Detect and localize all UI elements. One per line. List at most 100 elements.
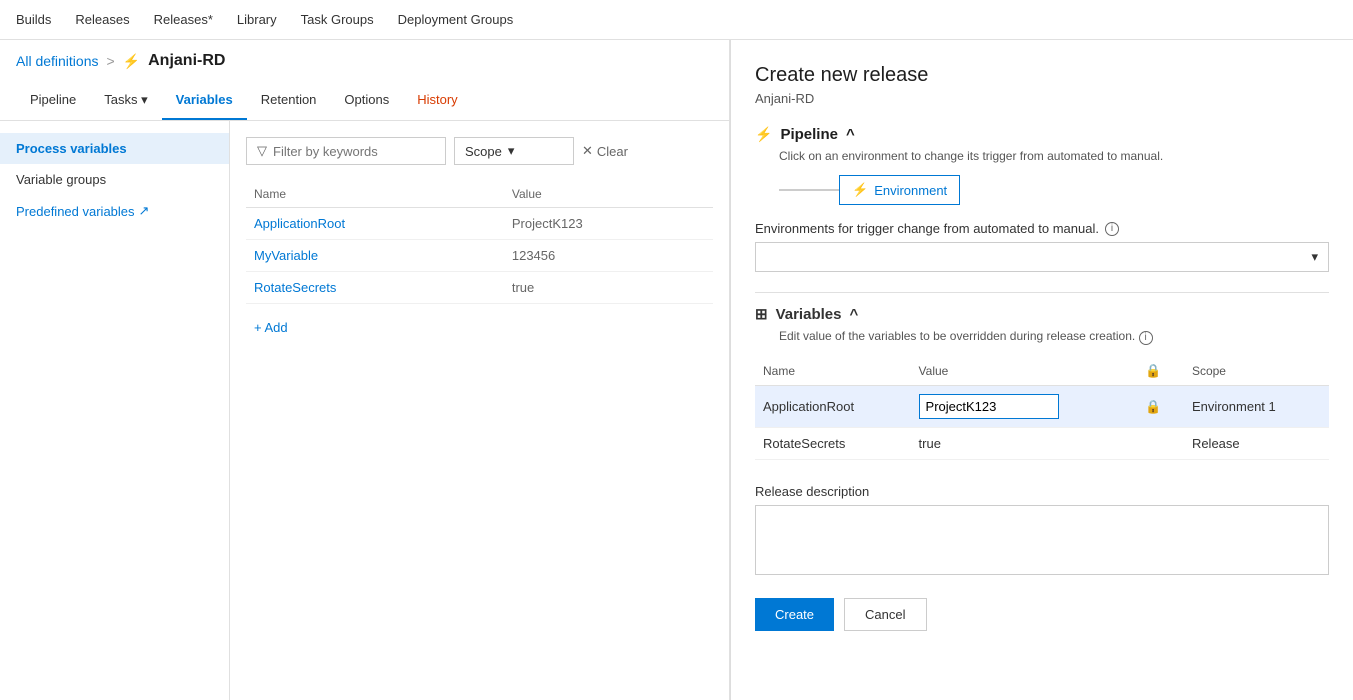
release-desc-textarea[interactable]	[755, 505, 1329, 575]
breadcrumb-separator: >	[107, 53, 115, 69]
tab-pipeline[interactable]: Pipeline	[16, 82, 90, 120]
rp-col-name: Name	[755, 357, 911, 386]
variables-desc: Edit value of the variables to be overri…	[755, 329, 1329, 345]
nav-builds[interactable]: Builds	[16, 12, 51, 27]
rp-variables-table: Name Value 🔒 Scope ApplicationRoot	[755, 357, 1329, 460]
tab-variables[interactable]: Variables	[162, 82, 247, 120]
variables-table-area: ▽ Scope ▾ ✕ Clear	[230, 121, 729, 700]
all-definitions-link[interactable]: All definitions	[16, 53, 99, 69]
create-button[interactable]: Create	[755, 598, 834, 631]
var-name-rotatesecrets[interactable]: RotateSecrets	[246, 272, 504, 304]
filter-row: ▽ Scope ▾ ✕ Clear	[246, 137, 713, 165]
pipeline-flow: ⚡ Environment	[755, 175, 1329, 205]
nav-releases-star[interactable]: Releases*	[154, 12, 213, 27]
variables-table: Name Value ApplicationRoot ProjectK123 M…	[246, 181, 713, 304]
breadcrumb: All definitions > ⚡ Anjani-RD	[0, 40, 729, 82]
section-divider	[755, 292, 1329, 293]
right-panel: Create new release Anjani-RD ⚡ Pipeline …	[730, 40, 1353, 700]
sidebar-process-variables[interactable]: Process variables	[0, 133, 229, 164]
panel-title: Create new release	[755, 64, 1329, 87]
variables-section: ⊞ Variables ^ Edit value of the variable…	[755, 305, 1329, 460]
col-value-header: Value	[504, 181, 713, 208]
nav-deployment-groups[interactable]: Deployment Groups	[398, 12, 514, 27]
nav-library[interactable]: Library	[237, 12, 277, 27]
col-name-header: Name	[246, 181, 504, 208]
rp-var-value-rotatesecrets: true	[911, 428, 1138, 460]
trigger-dropdown-chevron: ▾	[1311, 249, 1318, 265]
pipeline-icon: ⚡	[755, 126, 772, 143]
rp-col-lock: 🔒	[1137, 357, 1184, 386]
rp-scope-rotatesecrets: Release	[1184, 428, 1329, 460]
pipeline-collapse-icon: ^	[846, 126, 855, 143]
lock-header-icon: 🔒	[1145, 363, 1161, 378]
clear-x-icon: ✕	[582, 143, 593, 159]
rp-col-value: Value	[911, 357, 1138, 386]
cancel-button[interactable]: Cancel	[844, 598, 926, 631]
variables-collapse-icon: ^	[849, 306, 858, 323]
scope-dropdown-icon: ▾	[508, 143, 515, 159]
rp-var-name-rotatesecrets: RotateSecrets	[755, 428, 911, 460]
rp-var-value-applicationroot[interactable]	[911, 386, 1138, 428]
main-area: All definitions > ⚡ Anjani-RD Pipeline T…	[0, 40, 1353, 700]
filter-icon: ▽	[257, 143, 267, 159]
tab-options[interactable]: Options	[330, 82, 403, 120]
rp-lock-applicationroot[interactable]: 🔒	[1137, 386, 1184, 428]
rp-table-row-rotatesecrets: RotateSecrets true Release	[755, 428, 1329, 460]
external-link-icon: ↗	[139, 203, 150, 219]
sidebar-predefined-link[interactable]: Predefined variables ↗	[0, 195, 229, 227]
pipeline-label: Pipeline	[780, 126, 838, 143]
trigger-info-icon[interactable]: i	[1105, 222, 1119, 236]
nav-releases[interactable]: Releases	[75, 12, 129, 27]
variables-info-icon[interactable]: i	[1139, 331, 1153, 345]
clear-button[interactable]: ✕ Clear	[582, 143, 628, 159]
tab-retention[interactable]: Retention	[247, 82, 331, 120]
release-description-section: Release description	[755, 484, 1329, 578]
nav-task-groups[interactable]: Task Groups	[301, 12, 374, 27]
rp-value-input-applicationroot[interactable]	[919, 394, 1059, 419]
panel-subtitle: Anjani-RD	[755, 91, 1329, 106]
scope-dropdown[interactable]: Scope ▾	[454, 137, 574, 165]
var-value-myvariable: 123456	[504, 240, 713, 272]
tasks-dropdown-icon: ▾	[141, 92, 148, 107]
sidebar-variable-groups[interactable]: Variable groups	[0, 164, 229, 195]
table-row: RotateSecrets true	[246, 272, 713, 304]
predefined-variables-link[interactable]: Predefined variables ↗	[16, 203, 213, 219]
left-panel: All definitions > ⚡ Anjani-RD Pipeline T…	[0, 40, 730, 700]
env-btn-label: Environment	[874, 183, 947, 198]
filter-input[interactable]	[273, 144, 413, 159]
variables-grid-icon: ⊞	[755, 305, 768, 323]
variables-section-label: Variables	[776, 306, 842, 323]
release-desc-label: Release description	[755, 484, 1329, 499]
variables-section-header[interactable]: ⊞ Variables ^	[755, 305, 1329, 323]
pipeline-section: ⚡ Pipeline ^ Click on an environment to …	[755, 126, 1329, 272]
rp-lock-rotatesecrets[interactable]	[1137, 428, 1184, 460]
trigger-dropdown[interactable]: ▾	[755, 242, 1329, 272]
rp-table-row-applicationroot: ApplicationRoot 🔒 Environment 1	[755, 386, 1329, 428]
lock-icon-applicationroot: 🔒	[1145, 399, 1161, 414]
top-navigation: Builds Releases Releases* Library Task G…	[0, 0, 1353, 40]
env-btn-icon: ⚡	[852, 182, 868, 198]
rp-scope-applicationroot: Environment 1	[1184, 386, 1329, 428]
table-row: MyVariable 123456	[246, 240, 713, 272]
sub-tabs: Pipeline Tasks ▾ Variables Retention Opt…	[0, 82, 729, 121]
tab-history[interactable]: History	[403, 82, 471, 120]
pipeline-desc: Click on an environment to change its tr…	[755, 149, 1329, 163]
page-title: Anjani-RD	[148, 52, 225, 70]
rp-col-scope: Scope	[1184, 357, 1329, 386]
environment-button[interactable]: ⚡ Environment	[839, 175, 960, 205]
page-icon: ⚡	[123, 53, 140, 70]
filter-input-wrapper: ▽	[246, 137, 446, 165]
variables-sidebar: Process variables Variable groups Predef…	[0, 121, 230, 700]
var-name-applicationroot[interactable]: ApplicationRoot	[246, 208, 504, 240]
action-buttons: Create Cancel	[755, 598, 1329, 631]
scope-label: Scope	[465, 144, 502, 159]
add-variable-button[interactable]: + Add	[246, 312, 713, 343]
pipeline-section-header[interactable]: ⚡ Pipeline ^	[755, 126, 1329, 143]
var-value-applicationroot: ProjectK123	[504, 208, 713, 240]
clear-label: Clear	[597, 144, 628, 159]
var-value-rotatesecrets: true	[504, 272, 713, 304]
variables-content: Process variables Variable groups Predef…	[0, 121, 729, 700]
tab-tasks[interactable]: Tasks ▾	[90, 82, 161, 120]
var-name-myvariable[interactable]: MyVariable	[246, 240, 504, 272]
table-row: ApplicationRoot ProjectK123	[246, 208, 713, 240]
